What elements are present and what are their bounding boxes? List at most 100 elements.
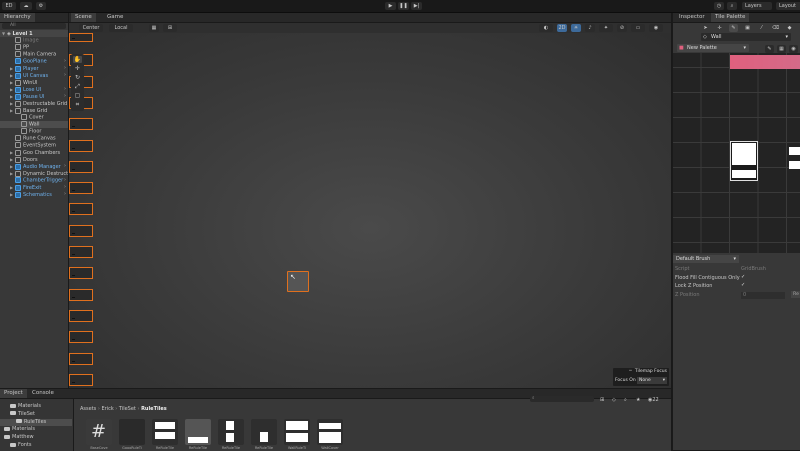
folder-item[interactable]: Materials — [0, 403, 72, 410]
scene-root[interactable]: ▼ ◈ Level 1 — [0, 30, 68, 37]
reset-button[interactable]: Re — [791, 291, 800, 298]
cover-tile-preview[interactable] — [789, 147, 800, 175]
asset-thumbnail[interactable] — [284, 419, 310, 445]
pause-button[interactable]: ❚❚ — [398, 2, 409, 10]
wall-tile[interactable] — [69, 352, 93, 365]
folder-item[interactable]: Matthew — [0, 434, 72, 441]
gizmo-toggle-icon[interactable]: ◉ — [789, 45, 798, 53]
wall-tile[interactable] — [69, 33, 93, 42]
chevron-right-icon[interactable]: › — [64, 191, 66, 198]
effects-icon[interactable]: ✦ — [599, 24, 613, 32]
rect-tool-icon[interactable]: ▢ — [73, 92, 82, 99]
hierarchy-item[interactable]: ▶ Player › — [0, 65, 68, 72]
wall-tile[interactable] — [69, 160, 93, 173]
asset-thumbnail[interactable] — [185, 419, 211, 445]
hidden-objects-icon[interactable]: ⊘ — [617, 24, 627, 32]
wall-tile[interactable] — [69, 288, 93, 301]
hierarchy-item[interactable]: GooPlane › — [0, 58, 68, 65]
hierarchy-item[interactable]: Main Camera — [0, 51, 68, 58]
wall-tile-preview[interactable] — [730, 141, 758, 181]
palette-grid[interactable] — [673, 53, 800, 253]
hierarchy-item[interactable]: ▶ Dynamic Destructi — [0, 170, 68, 177]
hierarchy-item[interactable]: ▶ Pause UI › — [0, 93, 68, 100]
hierarchy-item[interactable]: ▶ Goo Chambers — [0, 149, 68, 156]
wall-tile[interactable] — [69, 182, 93, 195]
gizmos-icon[interactable]: ◉ — [649, 24, 663, 32]
folder-item[interactable]: RuleTiles — [0, 418, 72, 426]
transform-tool-icon[interactable]: ⌗ — [73, 101, 82, 108]
brush-dropdown[interactable]: Default Brush ▾ — [673, 255, 739, 263]
lighting-icon[interactable]: ☀ — [571, 24, 581, 32]
tab-scene[interactable]: Scene — [71, 13, 96, 22]
filter-search-icon[interactable]: ⌕ — [624, 397, 627, 403]
gear-icon[interactable]: ⚙ — [36, 2, 46, 10]
grid-snap-icon[interactable]: ▦ — [149, 24, 159, 32]
hand-tool-icon[interactable]: ✋ — [73, 56, 82, 63]
layout-dropdown[interactable]: Layout — [776, 2, 800, 10]
2d-toggle-icon[interactable]: 2D — [557, 24, 567, 32]
wall-tile[interactable] — [69, 309, 93, 322]
selected-tile-object[interactable]: ↖ — [287, 271, 309, 292]
increment-snap-icon[interactable]: ⊞ — [163, 24, 177, 32]
folder-item[interactable]: TileSet — [0, 411, 72, 418]
scale-tool-icon[interactable]: ⤢ — [73, 83, 82, 90]
space-dropdown[interactable]: Local — [109, 24, 133, 32]
folder-item[interactable]: Materials — [0, 426, 72, 433]
chevron-right-icon[interactable]: › — [64, 177, 66, 184]
wall-tile[interactable] — [69, 373, 93, 386]
asset-thumbnail[interactable] — [152, 419, 178, 445]
hierarchy-item[interactable]: Rune Canvas — [0, 135, 68, 142]
active-tilemap-dropdown[interactable]: ◇ Wall ▾ — [701, 33, 791, 41]
tab-tile-palette[interactable]: Tile Palette — [711, 13, 750, 22]
breadcrumb-item[interactable]: Assets — [80, 406, 96, 412]
chevron-right-icon[interactable]: › — [64, 58, 66, 65]
asset-thumbnail[interactable] — [251, 419, 277, 445]
audio-icon[interactable]: ♪ — [585, 24, 595, 32]
hierarchy-search[interactable]: All — [2, 23, 66, 29]
hierarchy-item[interactable]: ChamberTrigger › — [0, 177, 68, 184]
focus-on-dropdown[interactable]: None ▾ — [637, 377, 667, 384]
palette-dropdown[interactable]: ■ New Palette ▾ — [677, 44, 749, 52]
filter-type-icon[interactable]: ⊞ — [600, 397, 604, 403]
wall-tile[interactable] — [69, 203, 93, 216]
asset-thumbnail[interactable] — [218, 419, 244, 445]
hierarchy-item[interactable]: ▶ Destructable Grid — [0, 100, 68, 107]
asset-thumbnail[interactable] — [317, 419, 343, 445]
hierarchy-item[interactable]: ▶ Lose UI › — [0, 86, 68, 93]
hierarchy-item[interactable]: PP — [0, 44, 68, 51]
edit-palette-icon[interactable]: ✎ — [765, 45, 774, 53]
wall-tile[interactable] — [69, 224, 93, 237]
favorite-icon[interactable]: ★ — [636, 397, 640, 403]
hierarchy-item[interactable]: ▶ Doors — [0, 156, 68, 163]
scene-view[interactable]: ✋ ✛ ↻ ⤢ ▢ ⌗ ↖ ═ Tilemap Focus Focus On No… — [69, 33, 671, 408]
hierarchy-item[interactable]: EventSystem — [0, 142, 68, 149]
draw-mode-icon[interactable]: ◐ — [539, 24, 553, 32]
filter-label-icon[interactable]: ◇ — [612, 397, 616, 403]
breadcrumb-item[interactable]: RuleTiles — [141, 406, 167, 412]
history-icon[interactable]: ◷ — [714, 2, 724, 10]
rotate-tool-icon[interactable]: ↻ — [73, 74, 82, 81]
hierarchy-item[interactable]: ▶ Audio Manager › — [0, 163, 68, 170]
tab-game[interactable]: Game — [103, 13, 127, 22]
asset-thumbnail[interactable] — [119, 419, 145, 445]
hierarchy-item[interactable]: Wall — [0, 121, 68, 128]
fill-icon[interactable]: ◆ — [785, 24, 794, 32]
breadcrumb-item[interactable]: TileSet — [119, 406, 136, 412]
picker-icon[interactable]: ⁄ — [757, 24, 766, 32]
play-button[interactable]: ▶ — [385, 2, 396, 10]
hierarchy-item[interactable]: ▶ WinUI — [0, 79, 68, 86]
camera-icon[interactable]: ▭ — [631, 24, 645, 32]
property-value[interactable]: 0 — [741, 291, 785, 299]
breadcrumb-item[interactable]: Erick — [101, 406, 113, 412]
chevron-right-icon[interactable]: › — [64, 86, 66, 93]
move-tool-icon[interactable]: ✛ — [73, 65, 82, 72]
checkbox[interactable]: ✓ — [741, 283, 746, 288]
hierarchy-item[interactable]: Floor — [0, 128, 68, 135]
tab-project[interactable]: Project — [0, 389, 27, 398]
hierarchy-item[interactable]: ▶ FireExit › — [0, 184, 68, 191]
tab-hierarchy[interactable]: Hierarchy — [0, 13, 35, 22]
step-button[interactable]: ▶| — [411, 2, 422, 10]
pivot-dropdown[interactable]: Center — [79, 24, 103, 32]
asset-thumbnail[interactable]: # — [86, 419, 112, 445]
wall-tile[interactable] — [69, 246, 93, 258]
